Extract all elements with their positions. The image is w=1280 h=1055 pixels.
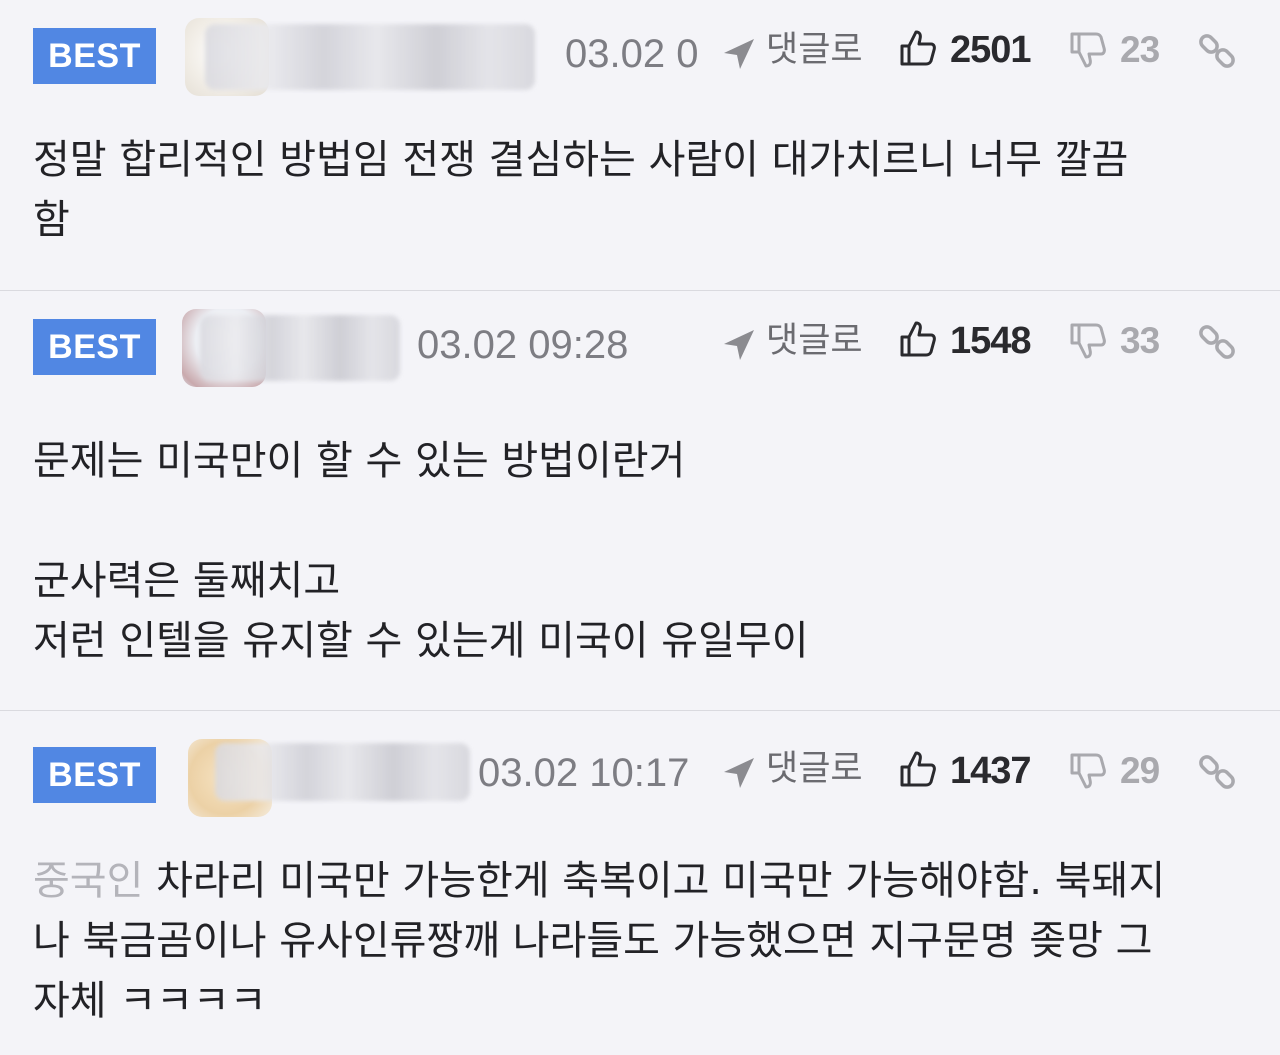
comment-timestamp: 03.02 0: [565, 32, 699, 76]
reply-button[interactable]: 댓글로: [766, 28, 863, 72]
comment-text: 차라리 미국만 가능한게 축복이고 미국만 가능해야함. 북돼지: [143, 858, 1166, 904]
link-icon[interactable]: [1196, 321, 1238, 363]
comment-line: 자체 ㅋㅋㅋㅋ: [33, 978, 267, 1024]
comment-line: 정말 합리적인 방법임 전쟁 결심하는 사람이 대가치르니 너무 깔끔: [33, 137, 1129, 183]
dislike-count: 29: [1120, 750, 1160, 791]
comment-line: 중국인 차라리 미국만 가능한게 축복이고 미국만 가능해야함. 북돼지: [33, 851, 1248, 911]
comment-line: 군사력은 둘째치고: [33, 558, 341, 604]
dislike-count: 23: [1120, 29, 1160, 70]
comment-timestamp: 03.02 09:28: [417, 323, 629, 367]
like-count: 2501: [950, 29, 1032, 71]
like-count: 1437: [950, 750, 1032, 792]
best-badge: BEST: [33, 319, 156, 375]
best-badge: BEST: [33, 28, 156, 84]
username-blurred[interactable]: [215, 743, 470, 801]
reply-button[interactable]: 댓글로: [766, 747, 863, 791]
dislike-count: 33: [1120, 320, 1160, 361]
comment-body: 정말 합리적인 방법임 전쟁 결심하는 사람이 대가치르니 너무 깔끔 함: [33, 130, 1248, 250]
comment-prefix: 중국인: [33, 858, 144, 904]
thumbs-up-icon[interactable]: [898, 319, 938, 359]
username-blurred[interactable]: [205, 24, 535, 90]
comment-line: 저런 인텔을 유지할 수 있는게 미국이 유일무이: [33, 618, 809, 664]
comment-item: BEST 03.02 0 댓글로 2501 23 정말 합리적인 방법임 전쟁 …: [0, 0, 1280, 289]
thumbs-up-icon[interactable]: [898, 749, 938, 789]
comment-body: 문제는 미국만이 할 수 있는 방법이란거 군사력은 둘째치고 저런 인텔을 유…: [33, 431, 1248, 671]
link-icon[interactable]: [1196, 30, 1238, 72]
comment-line: 문제는 미국만이 할 수 있는 방법이란거: [33, 438, 686, 484]
thumbs-down-icon[interactable]: [1068, 30, 1108, 70]
reply-button[interactable]: 댓글로: [766, 319, 863, 363]
reply-arrow-icon[interactable]: [721, 755, 757, 791]
comment-item: BEST 03.02 10:17 댓글로 1437 29 중국인 차라리 미국만…: [0, 710, 1280, 1055]
reply-arrow-icon[interactable]: [721, 36, 757, 72]
best-badge: BEST: [33, 747, 156, 803]
comment-line: 함: [33, 197, 70, 243]
comment-body: 중국인 차라리 미국만 가능한게 축복이고 미국만 가능해야함. 북돼지 나 북…: [33, 851, 1248, 1031]
thumbs-down-icon[interactable]: [1068, 751, 1108, 791]
thumbs-up-icon[interactable]: [898, 28, 938, 68]
link-icon[interactable]: [1196, 751, 1238, 793]
like-count: 1548: [950, 320, 1032, 362]
thumbs-down-icon[interactable]: [1068, 321, 1108, 361]
comment-item: BEST 03.02 09:28 댓글로 1548 33 문제는 미국만이 할 …: [0, 290, 1280, 710]
comment-line: 나 북금곰이나 유사인류짱깨 나라들도 가능했으면 지구문명 좆망 그: [33, 918, 1153, 964]
comment-timestamp: 03.02 10:17: [478, 751, 690, 795]
reply-arrow-icon[interactable]: [721, 327, 757, 363]
username-blurred[interactable]: [200, 315, 400, 381]
